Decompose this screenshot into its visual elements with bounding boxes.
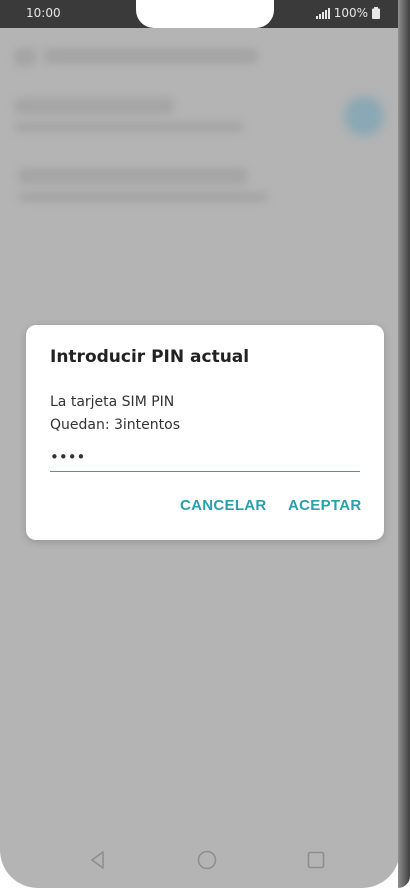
status-time: 10:00 xyxy=(26,6,61,20)
background-item xyxy=(14,122,244,132)
background-item xyxy=(14,48,36,66)
recent-apps-icon xyxy=(307,851,325,869)
background-item xyxy=(344,96,384,136)
ok-button[interactable]: ACEPTAR xyxy=(288,497,362,514)
dialog-title: Introducir PIN actual xyxy=(50,347,250,367)
attempts-remaining: Quedan: 3intentos xyxy=(50,417,181,433)
back-icon xyxy=(91,851,104,869)
phone-bezel xyxy=(398,0,410,888)
sim-pin-label: La tarjeta SIM PIN xyxy=(50,394,175,410)
pin-dialog: Introducir PIN actual La tarjeta SIM PIN… xyxy=(26,325,384,540)
phone-frame: 10:00 100% Introducir PIN actual La tarj… xyxy=(0,0,410,888)
background-item xyxy=(44,48,258,64)
signal-icon xyxy=(315,7,330,19)
background-item xyxy=(14,98,174,114)
screen: 10:00 100% Introducir PIN actual La tarj… xyxy=(0,0,400,888)
dialog-message: La tarjeta SIM PIN Quedan: 3intentos xyxy=(50,391,180,437)
recent-apps-button[interactable] xyxy=(302,846,330,874)
battery-icon xyxy=(372,7,380,19)
background-item xyxy=(18,192,268,202)
home-icon xyxy=(197,850,217,870)
cancel-button[interactable]: CANCELAR xyxy=(180,497,267,514)
pin-input[interactable] xyxy=(50,443,360,472)
battery-percent: 100% xyxy=(333,6,368,20)
background-item xyxy=(18,168,248,184)
home-button[interactable] xyxy=(193,846,221,874)
camera-notch xyxy=(136,0,274,28)
navigation-bar xyxy=(0,832,400,888)
status-icons: 100% xyxy=(315,6,380,20)
back-button[interactable] xyxy=(84,846,112,874)
